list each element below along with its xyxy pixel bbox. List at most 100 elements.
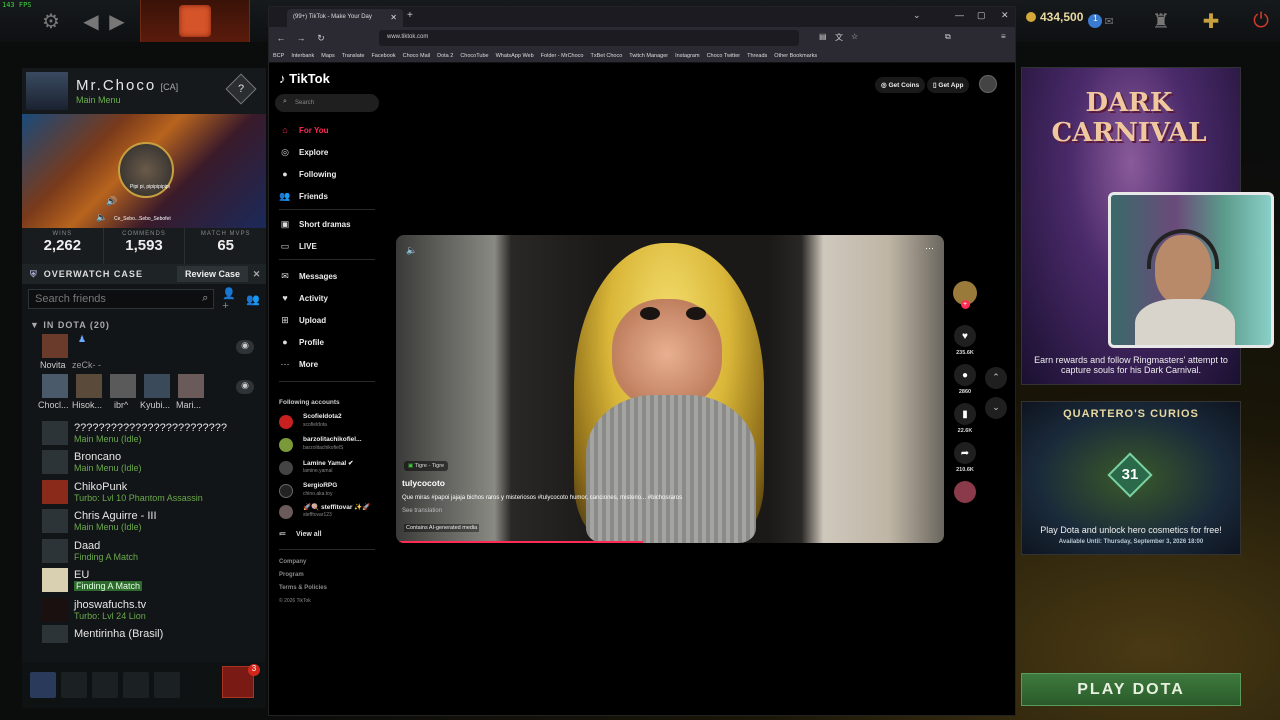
friend-search-input[interactable]: Search friends ⌕ — [28, 289, 215, 309]
party-row-2[interactable]: Chocl... Hisok... ibr^ Kyubi... Mari... … — [22, 374, 266, 418]
view-all-link[interactable]: ≔ View all — [279, 530, 332, 538]
party-avatar[interactable] — [76, 374, 102, 398]
footer-terms[interactable]: Terms & Policies — [279, 585, 327, 591]
settings-gear-icon[interactable]: ⚙ — [38, 8, 64, 34]
following-account[interactable]: 🚀🍭 steffitovar ✨🚀 stefftovar123 — [279, 503, 379, 523]
dota-logo-icon[interactable] — [140, 0, 250, 42]
nav-explore[interactable]: ◎ Explore — [279, 147, 379, 158]
friend-row[interactable]: Chris Aguirre - III Main Menu (Idle) — [22, 507, 266, 537]
plus-icon[interactable]: ✚ — [1198, 8, 1224, 34]
nav-profile[interactable]: ● Profile — [279, 337, 379, 347]
friends-list-icon[interactable]: 👥 — [246, 293, 260, 306]
armory-icon[interactable]: ♜ — [1148, 8, 1174, 34]
tiktok-logo[interactable]: ♪ TikTok — [279, 71, 330, 86]
back-arrow-icon[interactable]: ◀ — [78, 8, 104, 34]
friend-row[interactable]: Daad Finding A Match — [22, 536, 266, 566]
spectate-eye-icon[interactable]: ◉ — [236, 380, 254, 394]
bookmark[interactable]: Folder - MrChoco — [541, 53, 584, 59]
bookmark[interactable]: Twitch Manager — [629, 53, 668, 59]
party-slot[interactable] — [92, 672, 118, 698]
profile-avatar[interactable] — [26, 72, 68, 110]
help-icon[interactable]: ? — [225, 73, 257, 105]
bookmark-star-icon[interactable]: ☆ — [851, 32, 858, 41]
video-player[interactable]: 🔈 ⋯ ▣ Tigre - Tigre tulycocoto Que miras… — [396, 235, 944, 543]
user-avatar[interactable] — [979, 75, 997, 93]
party-slot[interactable] — [123, 672, 149, 698]
share-action[interactable]: ➦ 210.6K — [951, 442, 979, 473]
bookmark[interactable]: Dota 2 — [437, 53, 453, 59]
more-options-icon[interactable]: ⋯ — [925, 243, 934, 254]
video-username[interactable]: tulycocoto — [402, 478, 445, 488]
bookmark[interactable]: Translate — [342, 53, 365, 59]
previous-video-chevron-up-icon[interactable]: ⌃ — [985, 367, 1007, 389]
party-slot-me[interactable] — [30, 672, 56, 698]
review-case-button[interactable]: Review Case — [176, 266, 248, 282]
back-icon[interactable]: ← — [273, 33, 289, 43]
bookmark[interactable]: TxBet Choco — [590, 53, 622, 59]
friend-row[interactable]: jhoswafuchs.tv Turbo: Lvl 24 Lion — [22, 595, 266, 625]
tab-close-icon[interactable]: ✕ — [390, 13, 397, 22]
friends-group-header[interactable]: ▼ IN DOTA (20) — [30, 320, 266, 330]
volume-icon[interactable]: 🔈 — [406, 245, 417, 256]
get-coins-button[interactable]: ◎ Get Coins — [875, 77, 926, 93]
add-friend-icon[interactable]: 👤+ — [222, 287, 242, 312]
profile-header[interactable]: Mr.Choco [CA] Main Menu ? — [22, 68, 266, 114]
bookmark[interactable]: Facebook — [371, 53, 395, 59]
minimize-icon[interactable]: — — [955, 10, 964, 20]
nav-messages[interactable]: ✉ Messages — [279, 271, 379, 282]
see-translation-link[interactable]: See translation — [402, 508, 442, 514]
sound-avatar[interactable] — [951, 481, 979, 503]
tiktok-search-input[interactable]: ⌕ Search — [275, 94, 379, 112]
comment-action[interactable]: ● 2860 — [951, 364, 979, 395]
footer-company[interactable]: Company — [279, 559, 306, 565]
save-action[interactable]: ▮ 22.6K — [951, 403, 979, 434]
get-app-button[interactable]: ▯ Get App — [927, 77, 970, 93]
reader-icon[interactable]: ▤ — [819, 32, 827, 41]
party-avatar[interactable] — [42, 374, 68, 398]
party-avatar[interactable] — [178, 374, 204, 398]
next-video-chevron-down-icon[interactable]: ⌄ — [985, 397, 1007, 419]
forward-icon[interactable]: → — [293, 33, 309, 43]
bookmark[interactable]: Instagram — [675, 53, 699, 59]
nav-for-you[interactable]: ⌂ For You — [279, 125, 379, 135]
nav-more[interactable]: ⋯ More — [279, 359, 379, 370]
nav-live[interactable]: ▭ LIVE — [279, 241, 379, 252]
following-account[interactable]: barzolitachikofiel... barzolitachikofielS — [279, 436, 379, 456]
forward-arrow-icon[interactable]: ▶ — [104, 8, 130, 34]
browser-tab[interactable]: (99+) TikTok - Make Your Day ✕ — [287, 9, 403, 27]
follow-plus-icon[interactable]: + — [960, 300, 970, 309]
play-dota-button[interactable]: PLAY DOTA — [1021, 673, 1241, 706]
bookmark[interactable]: Choco Twitter — [707, 53, 741, 59]
power-icon[interactable]: ⏻ — [1248, 8, 1274, 34]
nav-following[interactable]: ● Following — [279, 169, 379, 179]
address-bar[interactable]: www.tiktok.com — [379, 30, 799, 46]
bookmark[interactable]: Other Bookmarks — [774, 53, 817, 59]
bookmark[interactable]: Choco Mail — [403, 53, 431, 59]
nav-short-dramas[interactable]: ▣ Short dramas — [279, 219, 379, 230]
party-row-1[interactable]: ♟ Novita zeCk- - ◉ — [22, 334, 266, 374]
party-slot[interactable] — [61, 672, 87, 698]
party-avatar[interactable] — [144, 374, 170, 398]
footer-program[interactable]: Program — [279, 572, 304, 578]
following-account[interactable]: Scofieldota2 scofieldota — [279, 413, 379, 433]
like-action[interactable]: ♥ 235.6K — [951, 325, 979, 356]
close-icon[interactable]: ✕ — [248, 269, 266, 280]
tab-list-chevron-icon[interactable]: ⌄ — [913, 10, 921, 21]
nav-friends[interactable]: 👥 Friends — [279, 191, 379, 202]
music-tag[interactable]: ▣ Tigre - Tigre — [404, 461, 449, 471]
friend-row[interactable]: ChikoPunk Turbo: Lvl 10 Phantom Assassin — [22, 477, 266, 507]
bookmark[interactable]: Interbank — [291, 53, 314, 59]
friend-row[interactable]: EU Finding A Match — [22, 566, 266, 596]
hero-showcase[interactable]: 🔊 🔈 Pipi pi, pipipipipipi Ce_Sebo...Sebo… — [22, 114, 266, 228]
translate-icon[interactable]: 文 — [835, 32, 843, 43]
bookmark[interactable]: WhatsApp Web — [496, 53, 534, 59]
following-account[interactable]: SergioRPG chino.aka.toy — [279, 482, 379, 502]
bookmark[interactable]: ChocoTube — [460, 53, 488, 59]
party-avatar[interactable] — [110, 374, 136, 398]
party-avatar[interactable] — [42, 334, 68, 358]
nav-upload[interactable]: ⊞ Upload — [279, 315, 379, 326]
bookmark[interactable]: Maps — [321, 53, 334, 59]
notifications-icon[interactable]: 1 ✉ — [1088, 8, 1114, 34]
extensions-icon[interactable]: ⧉ — [945, 32, 951, 42]
bookmark[interactable]: BCP — [273, 53, 284, 59]
